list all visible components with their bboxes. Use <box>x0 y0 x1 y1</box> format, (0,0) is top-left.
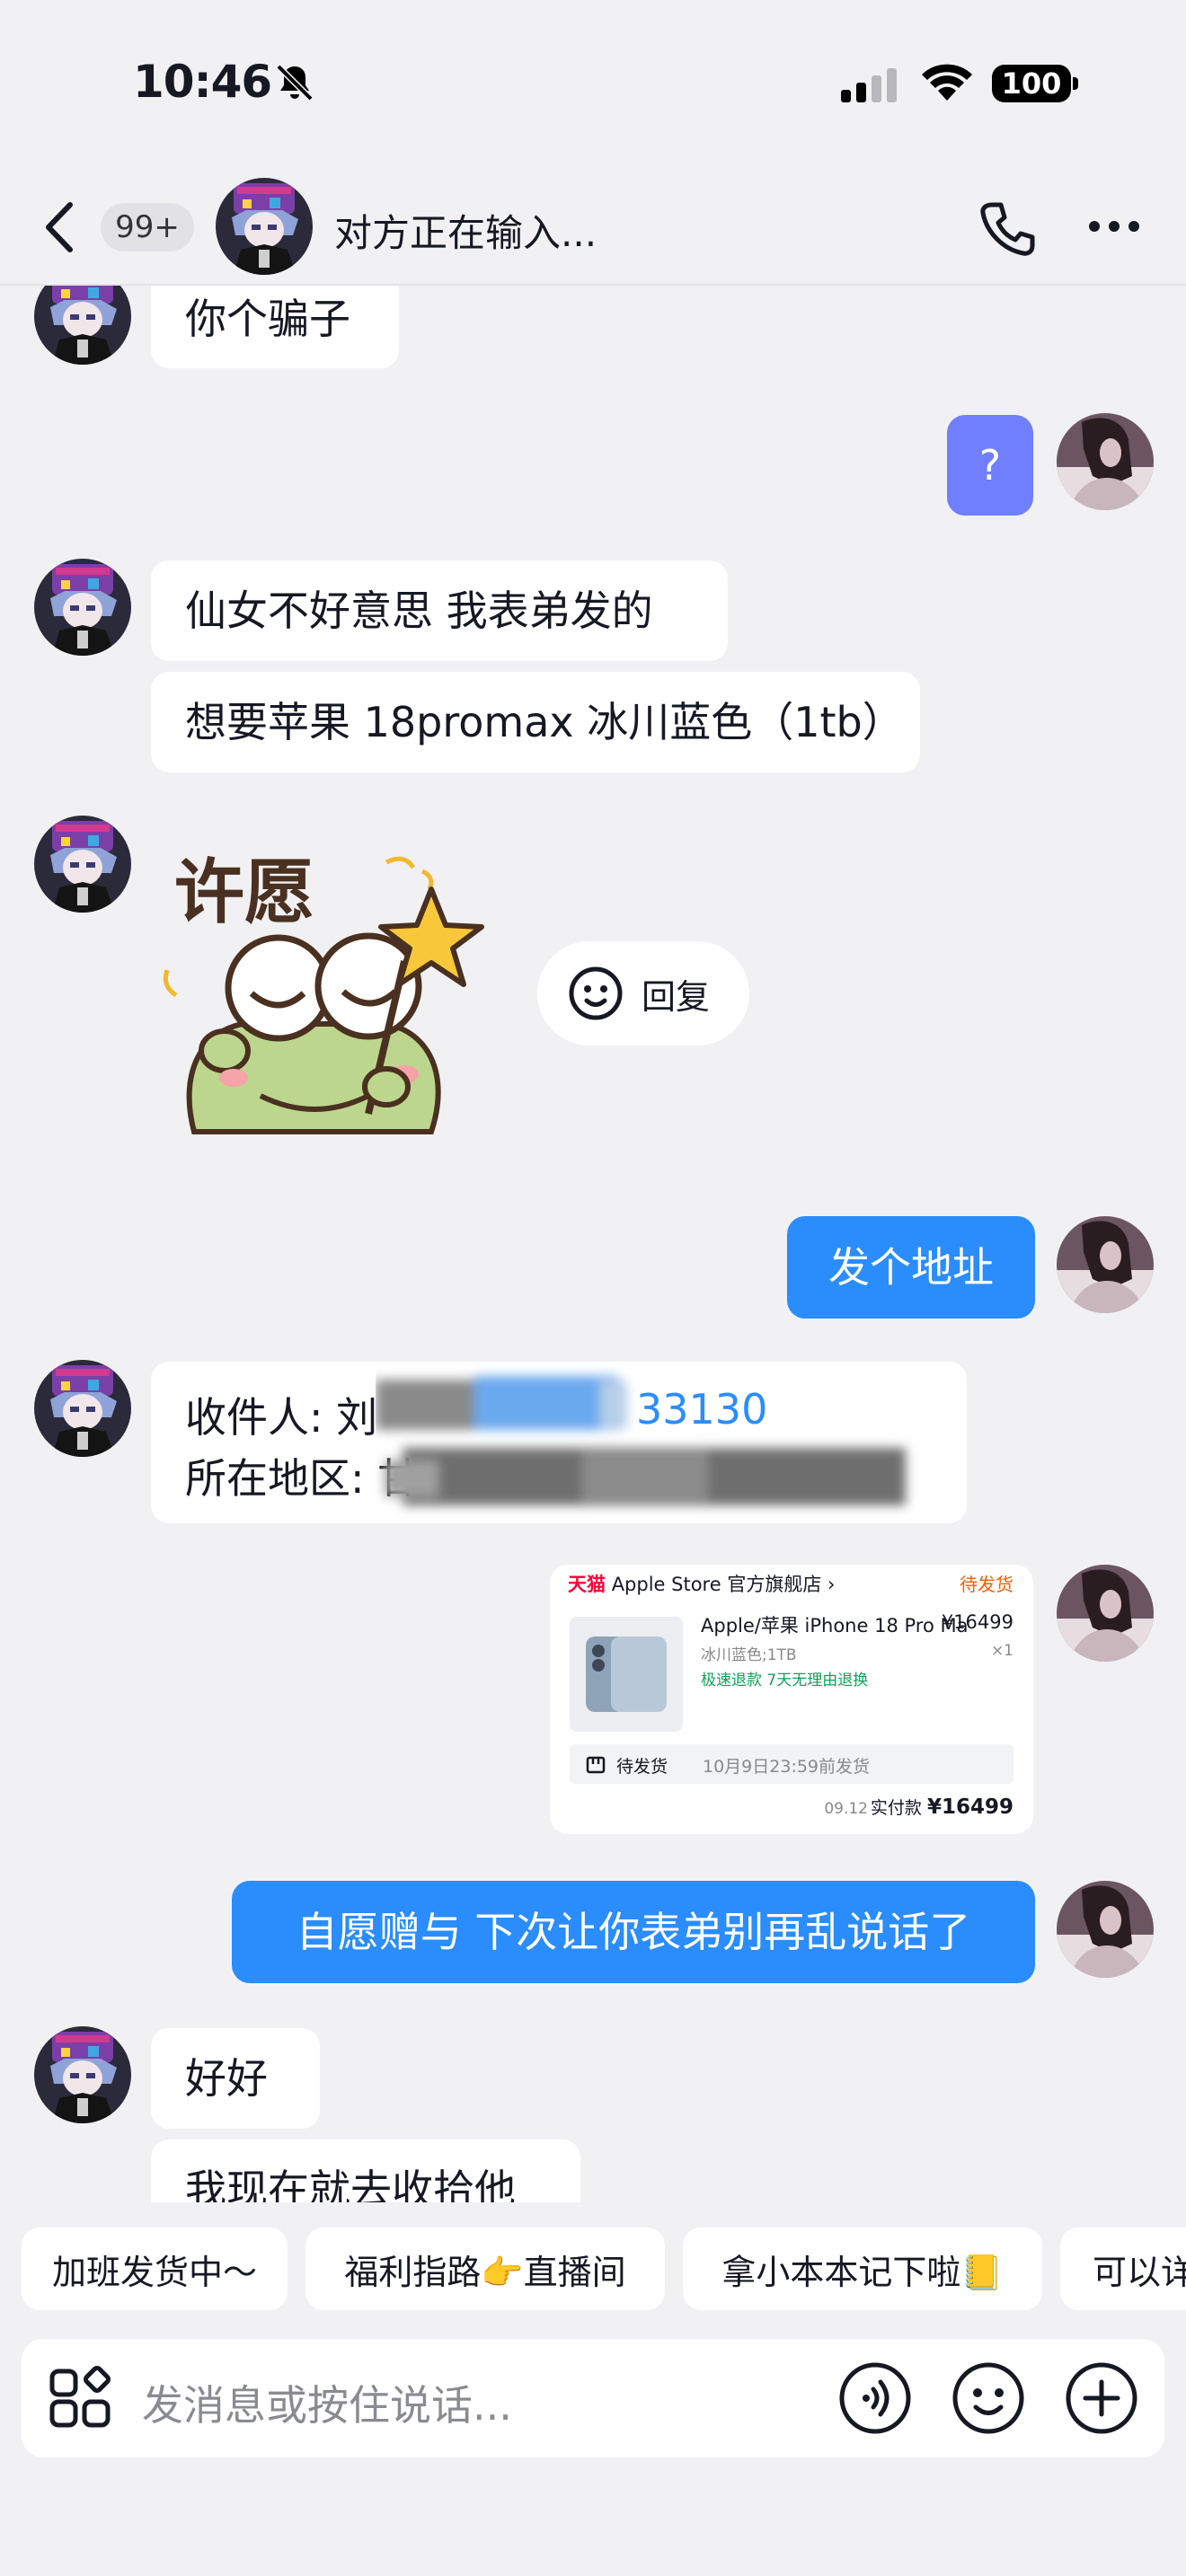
unread-count-badge[interactable]: 99+ <box>101 203 194 251</box>
ship-deadline: 10月9日23:59前发货 <box>703 1757 871 1777</box>
phone-call-icon[interactable] <box>976 198 1039 260</box>
address-message-bubble[interactable]: 收件人: 刘 33130 所在地区: 甘 <box>151 1362 967 1523</box>
quick-reply-chip[interactable]: 可以详 <box>1060 2228 1186 2310</box>
status-time: 10:46 <box>133 56 272 108</box>
svg-text:许愿: 许愿 <box>174 852 314 933</box>
emoji-face-icon <box>569 966 623 1020</box>
plus-icon[interactable] <box>1064 2360 1139 2436</box>
apps-grid-icon[interactable] <box>49 2366 113 2430</box>
product-image <box>570 1617 683 1732</box>
message-bubble-incoming[interactable]: 我现在就去收拾他 <box>151 2139 580 2202</box>
quick-reply-chip[interactable]: 拿小本本记下啦📒 <box>683 2228 1042 2310</box>
user-avatar[interactable] <box>1057 1881 1154 1978</box>
store-name[interactable]: 天猫 Apple Store 官方旗舰店 › <box>568 1570 835 1597</box>
message-bubble-outgoing[interactable]: 发个地址 <box>787 1216 1035 1319</box>
bell-muted-icon <box>276 64 314 101</box>
battery-indicator: 100 <box>992 65 1071 102</box>
battery-tip <box>1073 77 1078 90</box>
paid-value: ¥16499 <box>926 1795 1013 1819</box>
store-name-text: Apple Store 官方旗舰店 › <box>611 1574 836 1595</box>
message-bubble-outgoing[interactable]: 自愿赠与 下次让你表弟别再乱说话了 <box>232 1881 1035 1983</box>
message-bubble-outgoing[interactable]: ? <box>947 415 1033 516</box>
more-options-icon[interactable] <box>1087 219 1141 234</box>
contact-avatar[interactable] <box>216 178 313 275</box>
order-card[interactable]: 天猫 Apple Store 官方旗舰店 › 待发货 Apple/苹果 iPho… <box>550 1565 1033 1834</box>
emoji-icon[interactable] <box>951 2360 1026 2436</box>
ship-status-label: 待发货 <box>616 1757 668 1777</box>
user-avatar[interactable] <box>1057 413 1154 510</box>
back-arrow-icon[interactable] <box>41 199 77 255</box>
redaction-scribble <box>376 1376 906 1505</box>
tmall-brand: 天猫 <box>568 1574 606 1595</box>
message-bubble-incoming[interactable]: 好好 <box>151 2028 320 2129</box>
frog-wish-sticker[interactable]: 许愿 <box>162 835 503 1159</box>
chat-title: 对方正在输入... <box>334 211 597 255</box>
product-price: ¥16499 <box>941 1611 1013 1633</box>
user-avatar[interactable] <box>1057 1216 1154 1313</box>
order-status: 待发货 <box>960 1574 1013 1595</box>
contact-avatar[interactable] <box>34 816 131 913</box>
shipping-info-bar: 待发货 10月9日23:59前发货 <box>570 1744 1013 1784</box>
recipient-line: 收件人: 刘 <box>185 1385 377 1444</box>
message-input[interactable]: 发消息或按住说话... <box>142 2373 512 2432</box>
message-bubble-incoming[interactable]: 想要苹果 18promax 冰川蓝色（1tb） <box>151 672 920 772</box>
cellular-signal-icon <box>841 68 897 102</box>
paid-label: 实付款 <box>870 1798 922 1818</box>
wifi-icon <box>922 64 972 101</box>
reply-button[interactable]: 回复 <box>537 941 749 1045</box>
quick-reply-chip[interactable]: 加班发货中～ <box>22 2228 288 2310</box>
message-bubble-incoming[interactable]: 仙女不好意思 我表弟发的 <box>151 560 728 661</box>
message-input-bar: 发消息或按住说话... <box>22 2339 1164 2457</box>
contact-avatar[interactable] <box>34 559 131 656</box>
paid-amount: 实付款 ¥16499 <box>871 1795 1013 1819</box>
product-title: Apple/苹果 iPhone 18 Pro Ma <box>701 1615 969 1636</box>
box-icon <box>586 1756 606 1774</box>
recipient-label: 收件人: 刘 <box>185 1393 378 1442</box>
contact-avatar[interactable] <box>34 1360 131 1457</box>
user-avatar[interactable] <box>1057 1565 1154 1662</box>
quick-reply-bar: 加班发货中～ 福利指路👉直播间 拿小本本记下啦📒 可以详 <box>0 2228 1186 2310</box>
product-spec: 冰川蓝色;1TB <box>701 1646 797 1664</box>
quick-reply-chip[interactable]: 福利指路👉直播间 <box>305 2228 665 2310</box>
order-date: 09.12 <box>824 1800 868 1818</box>
voice-icon[interactable] <box>837 2360 913 2436</box>
service-tags: 极速退款 7天无理由退换 <box>701 1672 869 1689</box>
message-clip: 我现在就去收拾他 <box>151 2139 580 2202</box>
reply-label: 回复 <box>642 976 711 1017</box>
contact-avatar[interactable] <box>34 2026 131 2123</box>
product-quantity: ×1 <box>990 1642 1013 1660</box>
